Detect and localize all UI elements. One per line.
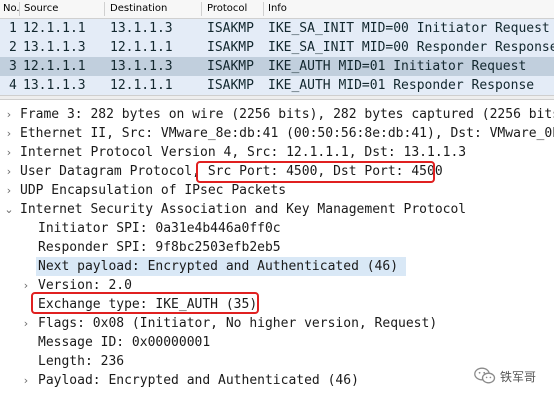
packet-destination: 13.1.1.3 — [110, 59, 173, 74]
watermark-text: 铁军哥 — [500, 370, 537, 384]
tree-item-label: Flags: 0x08 (Initiator, No higher versio… — [38, 316, 438, 331]
packet-source: 12.1.1.1 — [23, 59, 86, 74]
packet-details-pane: › Frame 3: 282 bytes on wire (2256 bits)… — [0, 100, 554, 397]
packet-info: IKE_SA_INIT MID=00 Responder Response — [268, 40, 554, 55]
packet-list-pane: No. Source Destination Protocol Info 1 1… — [0, 0, 554, 95]
chevron-right-icon[interactable]: › — [3, 162, 15, 181]
tree-item-label: Ethernet II, Src: VMware_8e:db:41 (00:50… — [20, 126, 554, 141]
packet-row[interactable]: 4 13.1.1.3 12.1.1.1 ISAKMP IKE_AUTH MID=… — [0, 76, 554, 95]
column-header-source[interactable]: Source — [24, 3, 58, 14]
field-initiator-spi[interactable]: Initiator SPI: 0a31e4b446a0ff0c — [0, 219, 554, 238]
packet-no: 1 — [9, 21, 17, 36]
tree-item-flags[interactable]: › Flags: 0x08 (Initiator, No higher vers… — [0, 314, 554, 333]
packet-destination: 13.1.1.3 — [110, 21, 173, 36]
packet-no: 2 — [9, 40, 17, 55]
field-length[interactable]: Length: 236 — [0, 352, 554, 371]
field-message-id[interactable]: Message ID: 0x00000001 — [0, 333, 554, 352]
packet-no: 4 — [9, 78, 17, 93]
chevron-right-icon[interactable]: › — [20, 371, 32, 390]
tree-item-label: Internet Security Association and Key Ma… — [20, 202, 467, 217]
packet-destination: 12.1.1.1 — [110, 78, 173, 93]
column-header-protocol[interactable]: Protocol — [207, 3, 247, 14]
tree-item-label: UDP Encapsulation of IPsec Packets — [20, 183, 287, 198]
column-header-destination[interactable]: Destination — [110, 3, 167, 14]
packet-row[interactable]: 2 13.1.1.3 12.1.1.1 ISAKMP IKE_SA_INIT M… — [0, 38, 554, 57]
packet-source: 12.1.1.1 — [23, 21, 86, 36]
chevron-down-icon[interactable]: ⌄ — [3, 200, 15, 219]
tree-item-ethernet[interactable]: › Ethernet II, Src: VMware_8e:db:41 (00:… — [0, 124, 554, 143]
packet-list-header: No. Source Destination Protocol Info — [0, 0, 554, 19]
tree-item-frame[interactable]: › Frame 3: 282 bytes on wire (2256 bits)… — [0, 105, 554, 124]
field-label: Next payload: Encrypted and Authenticate… — [36, 257, 407, 276]
packet-row-selected[interactable]: 3 12.1.1.1 13.1.1.3 ISAKMP IKE_AUTH MID=… — [0, 57, 554, 76]
wechat-icon — [474, 367, 496, 384]
chevron-right-icon[interactable]: › — [3, 181, 15, 200]
chevron-right-icon[interactable]: › — [3, 105, 15, 124]
field-responder-spi[interactable]: Responder SPI: 9f8bc2503efb2eb5 — [0, 238, 554, 257]
tree-item-udp-encapsulation[interactable]: › UDP Encapsulation of IPsec Packets — [0, 181, 554, 200]
tree-item-label: Frame 3: 282 bytes on wire (2256 bits), … — [20, 107, 554, 122]
packet-protocol: ISAKMP — [207, 78, 254, 93]
packet-protocol: ISAKMP — [207, 40, 254, 55]
packet-protocol: ISAKMP — [207, 59, 254, 74]
tree-item-ip[interactable]: › Internet Protocol Version 4, Src: 12.1… — [0, 143, 554, 162]
highlight-box-ports — [196, 161, 435, 183]
column-header-info[interactable]: Info — [268, 3, 287, 14]
chevron-right-icon[interactable]: › — [3, 143, 15, 162]
packet-info: IKE_AUTH MID=01 Initiator Request — [268, 59, 527, 74]
chevron-right-icon[interactable]: › — [20, 276, 32, 295]
chevron-right-icon[interactable]: › — [20, 314, 32, 333]
tree-item-label: Payload: Encrypted and Authenticated (46… — [38, 373, 359, 388]
tree-item-payload[interactable]: › Payload: Encrypted and Authenticated (… — [0, 371, 554, 390]
packet-source: 13.1.1.3 — [23, 40, 86, 55]
packet-source: 13.1.1.3 — [23, 78, 86, 93]
field-label: Responder SPI: 9f8bc2503efb2eb5 — [38, 240, 281, 255]
packet-info: IKE_SA_INIT MID=00 Initiator Request — [268, 21, 550, 36]
tree-item-label: Internet Protocol Version 4, Src: 12.1.1… — [20, 145, 467, 160]
chevron-right-icon[interactable]: › — [3, 124, 15, 143]
packet-row[interactable]: 1 12.1.1.1 13.1.1.3 ISAKMP IKE_SA_INIT M… — [0, 19, 554, 38]
tree-item-isakmp[interactable]: ⌄ Internet Security Association and Key … — [0, 200, 554, 219]
packet-protocol: ISAKMP — [207, 21, 254, 36]
field-label: Length: 236 — [38, 354, 125, 369]
highlight-box-exchange-type — [31, 292, 259, 314]
field-next-payload-selected[interactable]: Next payload: Encrypted and Authenticate… — [0, 257, 554, 276]
column-header-no[interactable]: No. — [3, 3, 20, 14]
packet-info: IKE_AUTH MID=01 Responder Response — [268, 78, 535, 93]
field-label: Message ID: 0x00000001 — [38, 335, 211, 350]
packet-destination: 12.1.1.1 — [110, 40, 173, 55]
field-label: Initiator SPI: 0a31e4b446a0ff0c — [38, 221, 281, 236]
udp-label-prefix: User Datagram Protocol, — [20, 164, 208, 179]
packet-no: 3 — [9, 59, 17, 74]
